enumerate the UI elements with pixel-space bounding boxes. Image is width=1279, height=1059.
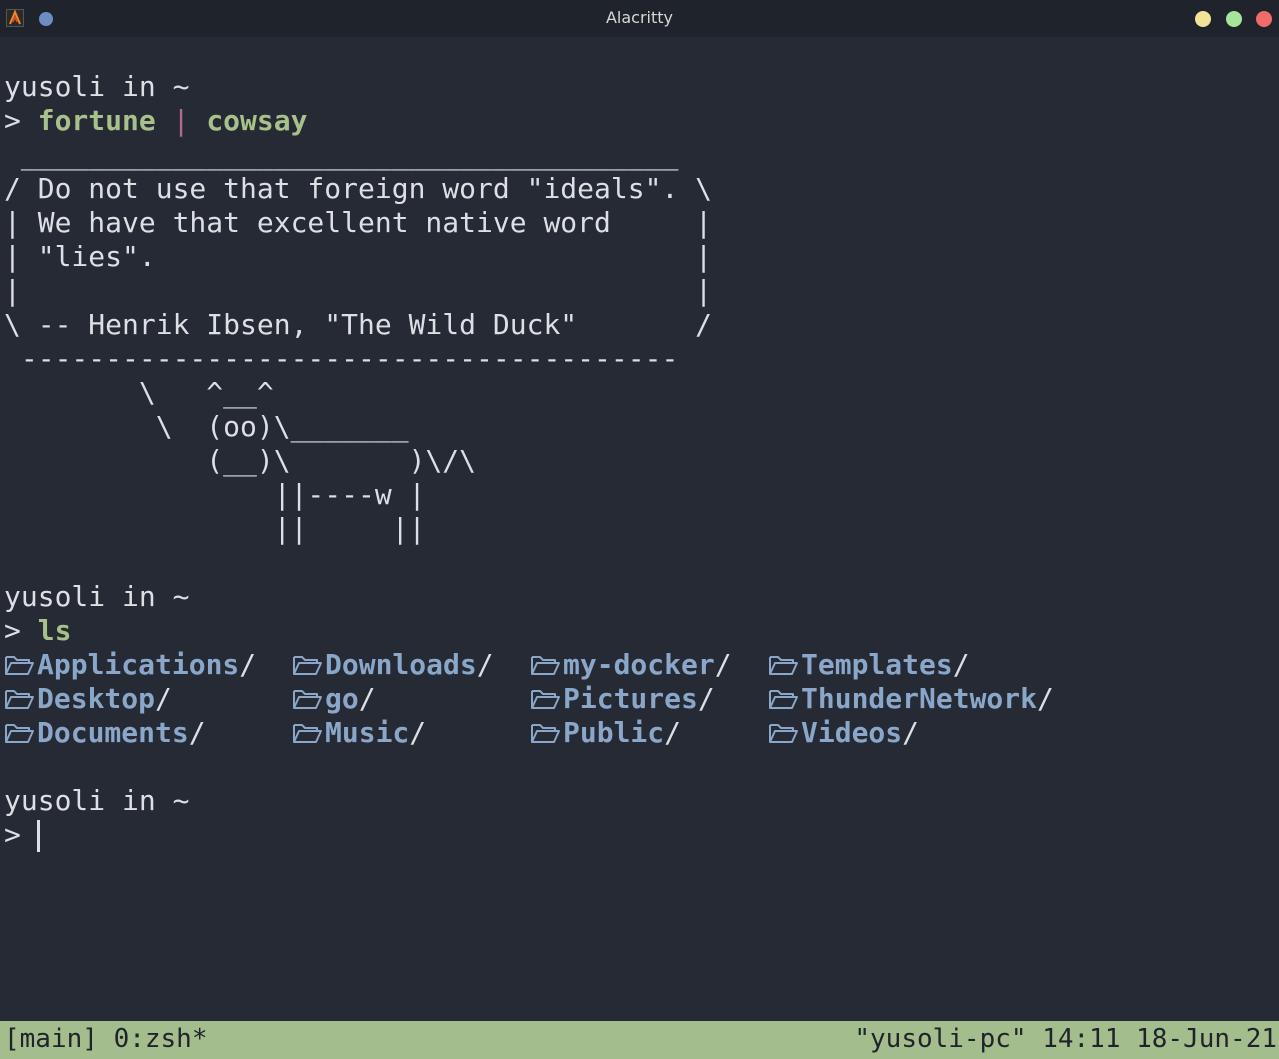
tmux-status-bar: [main] 0:zsh* "yusoli-pc" 14:11 18-Jun-2…	[0, 1021, 1279, 1059]
cowsay-line: ||----w |	[4, 478, 426, 511]
close-button[interactable]	[1256, 11, 1272, 27]
ls-item: Desktop /	[4, 682, 172, 716]
cowsay-line: | "lies". |	[4, 240, 713, 273]
tmux-host-time: "yusoli-pc" 14:11 18-Jun-21	[854, 1024, 1277, 1054]
terminal-area[interactable]: yusoli in ~ > fortune | cowsay _________…	[0, 37, 1279, 1021]
cowsay-line: \ -- Henrik Ibsen, "The Wild Duck" /	[4, 308, 713, 341]
ls-item: Public /	[530, 716, 681, 750]
cowsay-line: | |	[4, 274, 713, 307]
prompt-symbol: >	[4, 818, 38, 851]
ls-item: Downloads /	[292, 648, 494, 682]
ls-item: Documents /	[4, 716, 206, 750]
folder-name: Pictures	[563, 682, 698, 715]
minimize-button[interactable]	[1195, 11, 1211, 27]
folder-icon	[531, 690, 560, 709]
folder-icon	[293, 724, 322, 743]
ls-item: ThunderNetwork /	[768, 682, 1054, 716]
folder-icon	[5, 690, 34, 709]
folder-icon	[531, 656, 560, 675]
folder-icon	[531, 724, 560, 743]
cowsay-line: | We have that excellent native word |	[4, 206, 713, 239]
command-fortune: fortune	[37, 104, 156, 137]
ls-item: Pictures /	[530, 682, 715, 716]
folder-name: ThunderNetwork	[801, 682, 1038, 715]
command-line: > fortune | cowsay	[4, 104, 307, 138]
folder-icon	[5, 656, 34, 675]
terminal-window: Alacritty yusoli in ~ > fortune | cowsay…	[0, 0, 1279, 1059]
cowsay-line: \ (oo)\_______	[4, 410, 409, 443]
cowsay-line: / Do not use that foreign word "ideals".…	[4, 172, 713, 205]
window-title: Alacritty	[605, 8, 674, 27]
folder-name: Downloads	[325, 648, 477, 681]
ls-item: Templates /	[768, 648, 970, 682]
prompt-user-line: yusoli in ~	[4, 70, 190, 103]
pipe-symbol: |	[155, 104, 207, 137]
ls-item: Music /	[292, 716, 426, 750]
folder-name: Public	[563, 716, 665, 749]
folder-icon	[5, 724, 34, 743]
folder-name: Templates	[801, 648, 953, 681]
ls-item: go /	[292, 682, 376, 716]
folder-name: my-docker	[563, 648, 715, 681]
command-line: >	[4, 818, 38, 852]
folder-name: Desktop	[37, 682, 156, 715]
folder-icon	[293, 656, 322, 675]
cowsay-line: \ ^__^	[4, 376, 274, 409]
prompt-user-line: yusoli in ~	[4, 580, 190, 613]
folder-name: Documents	[37, 716, 189, 749]
title-bar: Alacritty	[0, 0, 1279, 37]
ls-item: my-docker /	[530, 648, 732, 682]
cowsay-line: _______________________________________	[4, 138, 679, 171]
ls-item: Videos /	[768, 716, 919, 750]
cowsay-line: ---------------------------------------	[4, 342, 679, 375]
folder-name: Applications	[37, 648, 240, 681]
prompt-symbol: >	[4, 614, 38, 647]
text-cursor	[37, 820, 40, 852]
command-cowsay: cowsay	[206, 104, 308, 137]
folder-icon	[769, 656, 798, 675]
maximize-button[interactable]	[1226, 11, 1242, 27]
prompt-symbol: >	[4, 104, 38, 137]
ls-row: Applications / Downloads / my-docker / Temp…	[4, 648, 1274, 682]
cowsay-line: (__)\ )\/\	[4, 444, 477, 477]
folder-name: Music	[325, 716, 410, 749]
folder-name: go	[325, 682, 359, 715]
ls-row: Desktop / go / Pictures / ThunderNetwork /	[4, 682, 1274, 716]
folder-name: Videos	[801, 716, 903, 749]
cowsay-line: || ||	[4, 512, 426, 545]
command-ls: ls	[37, 614, 72, 647]
tmux-session-window[interactable]: [main] 0:zsh*	[4, 1021, 208, 1057]
ls-item: Applications /	[4, 648, 256, 682]
command-line: > ls	[4, 614, 71, 648]
folder-icon	[769, 724, 798, 743]
folder-icon	[293, 690, 322, 709]
ls-row: Documents / Music / Public / Videos /	[4, 716, 1274, 750]
folder-icon	[769, 690, 798, 709]
prompt-user-line: yusoli in ~	[4, 784, 190, 817]
